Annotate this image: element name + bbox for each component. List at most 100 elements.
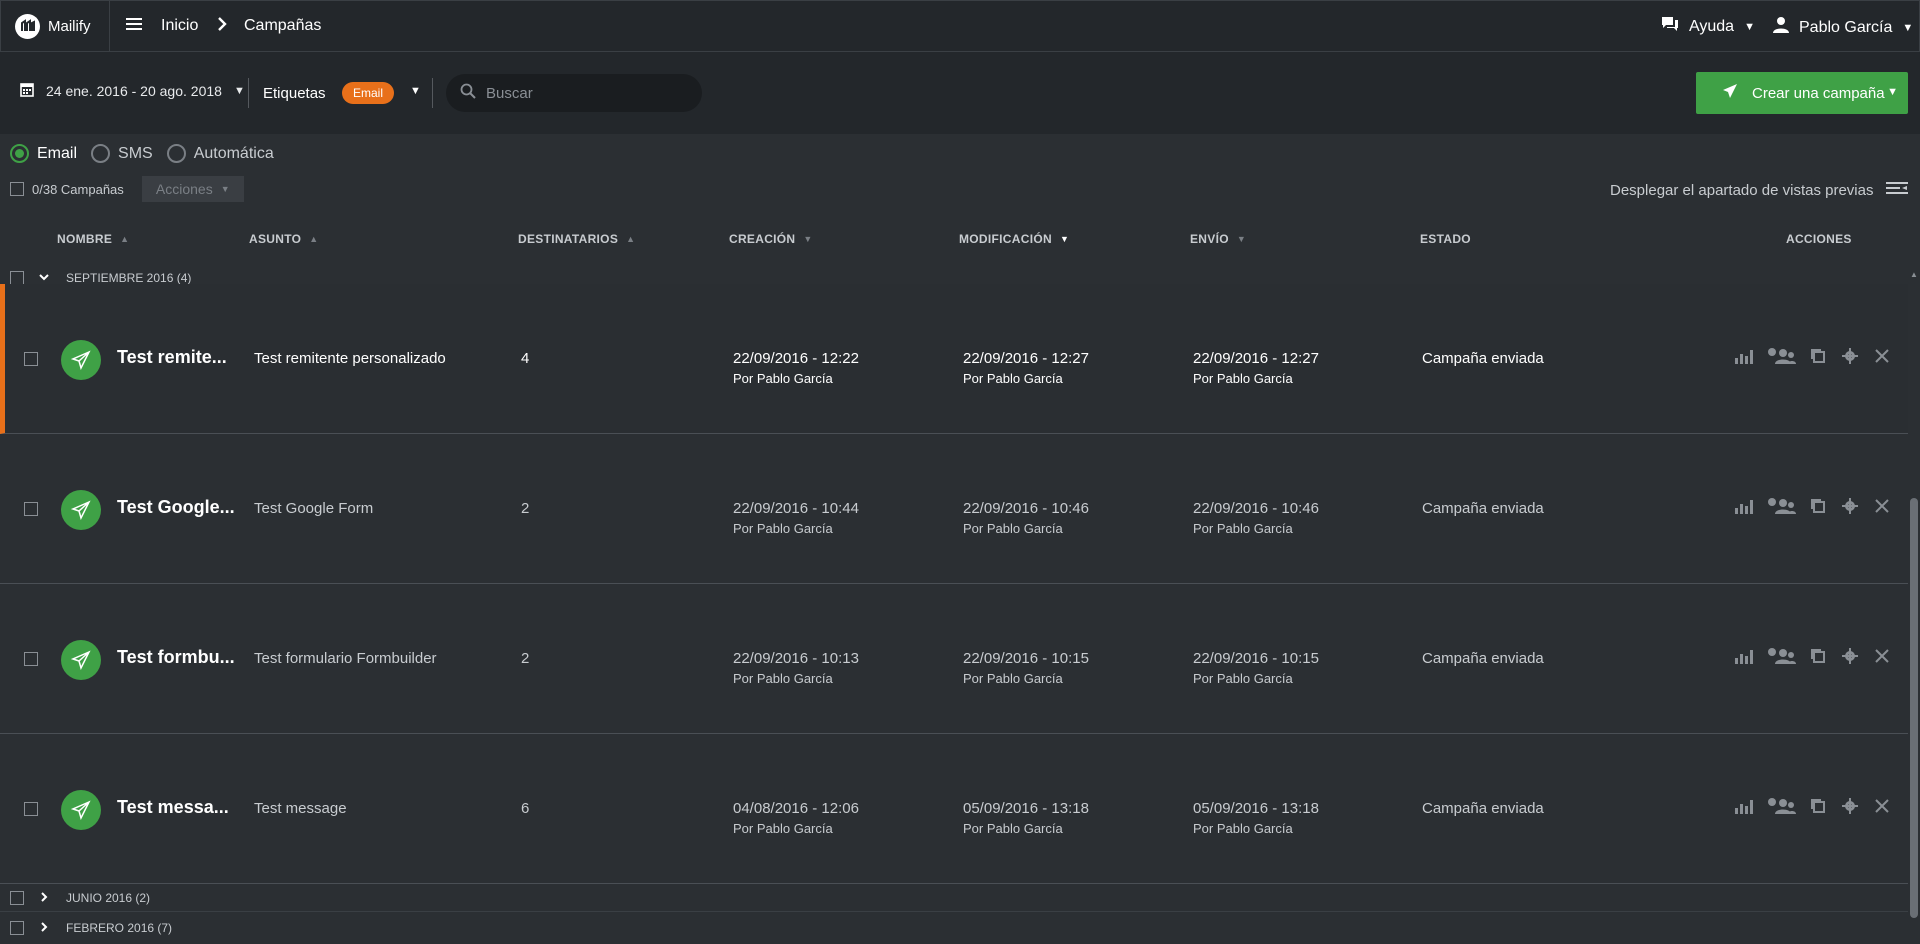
row-checkbox[interactable] <box>24 352 38 366</box>
table-row[interactable]: Test remite... Test remitente personaliz… <box>0 284 1908 434</box>
delete-icon[interactable] <box>1872 796 1892 816</box>
chevron-down-icon: ▼ <box>1744 20 1755 33</box>
preview-panel-toggle[interactable]: Desplegar el apartado de vistas previas <box>1610 180 1909 200</box>
group-header[interactable]: JUNIO 2016 (2) <box>0 884 1908 912</box>
recipients-icon[interactable] <box>1766 796 1796 816</box>
modified-date: 22/09/2016 - 10:46 Por Pablo García <box>963 500 1089 536</box>
created-date: 04/08/2016 - 12:06 Por Pablo García <box>733 800 859 836</box>
campaign-recipients: 2 <box>521 500 530 517</box>
menu-icon[interactable] <box>125 15 145 37</box>
duplicate-icon[interactable] <box>1808 646 1828 666</box>
send-icon <box>61 490 101 530</box>
create-campaign-button[interactable]: Crear una campaña ▼ <box>1696 72 1908 114</box>
campaign-type-radios: Email SMS Automática <box>10 144 274 163</box>
table-row[interactable]: Test formbu... Test formulario Formbuild… <box>0 584 1908 734</box>
recipients-icon[interactable] <box>1766 346 1796 366</box>
chevron-up-icon[interactable]: ▲ <box>1910 270 1918 279</box>
list-scrollbar[interactable]: ▲ <box>1908 264 1920 944</box>
radio-email[interactable]: Email <box>10 144 77 163</box>
chevron-down-icon[interactable]: ▼ <box>1887 86 1898 98</box>
select-all-checkbox[interactable] <box>10 182 24 196</box>
status-badge: Campaña enviada <box>1422 650 1544 667</box>
create-campaign-label: Crear una campaña <box>1752 84 1885 102</box>
row-checkbox[interactable] <box>24 652 38 666</box>
app-logo[interactable]: Mailify <box>15 13 91 39</box>
created-date: 22/09/2016 - 10:44 Por Pablo García <box>733 500 859 536</box>
row-actions <box>1734 496 1892 516</box>
recipients-icon[interactable] <box>1766 646 1796 666</box>
user-menu[interactable]: Pablo García ▼ <box>1773 16 1913 39</box>
settings-icon[interactable] <box>1840 496 1860 516</box>
search-input[interactable] <box>486 84 686 102</box>
search-box[interactable] <box>446 74 702 112</box>
chevron-right-icon[interactable] <box>38 890 52 906</box>
group-checkbox[interactable] <box>10 921 24 935</box>
duplicate-icon[interactable] <box>1808 496 1828 516</box>
row-actions <box>1734 346 1892 366</box>
column-recipients[interactable]: DESTINATARIOS ▲ <box>518 232 635 246</box>
stats-icon[interactable] <box>1734 346 1754 366</box>
delete-icon[interactable] <box>1872 646 1892 666</box>
column-sent[interactable]: ENVÍO ▼ <box>1190 232 1246 246</box>
scroll-thumb[interactable] <box>1910 498 1918 918</box>
stats-icon[interactable] <box>1734 496 1754 516</box>
duplicate-icon[interactable] <box>1808 346 1828 366</box>
user-name: Pablo García <box>1799 18 1893 36</box>
breadcrumb-current: Campañas <box>244 17 322 34</box>
app-name: Mailify <box>48 17 91 35</box>
chevron-down-icon[interactable]: ▼ <box>410 85 421 97</box>
radio-automatic[interactable]: Automática <box>166 144 274 163</box>
delete-icon[interactable] <box>1872 496 1892 516</box>
campaign-name[interactable]: Test Google... <box>117 497 237 518</box>
column-modified[interactable]: MODIFICACIÓN ▼ <box>959 232 1069 246</box>
status-badge: Campaña enviada <box>1422 350 1544 367</box>
sent-date: 22/09/2016 - 10:15 Por Pablo García <box>1193 650 1319 686</box>
column-subject[interactable]: ASUNTO ▲ <box>249 232 318 246</box>
chat-icon <box>1661 16 1679 37</box>
group-checkbox[interactable] <box>10 271 24 285</box>
table-row[interactable]: Test Google... Test Google Form 2 22/09/… <box>0 434 1908 584</box>
campaign-list: SEPTIEMBRE 2016 (4) Test remite... Test … <box>0 264 1920 944</box>
created-date: 22/09/2016 - 12:22 Por Pablo García <box>733 350 859 386</box>
column-actions: ACCIONES <box>1786 232 1852 246</box>
top-bar: Mailify Inicio Campañas Ayuda ▼ Pablo Ga… <box>0 0 1920 53</box>
column-created[interactable]: CREACIÓN ▼ <box>729 232 813 246</box>
chevron-right-icon[interactable] <box>38 920 52 936</box>
tags-label: Etiquetas <box>263 85 326 102</box>
preview-toggle-label: Desplegar el apartado de vistas previas <box>1610 181 1874 199</box>
row-checkbox[interactable] <box>24 502 38 516</box>
delete-icon[interactable] <box>1872 346 1892 366</box>
campaign-name[interactable]: Test messa... <box>117 797 237 818</box>
campaign-recipients: 6 <box>521 800 530 817</box>
stats-icon[interactable] <box>1734 646 1754 666</box>
campaign-recipients: 4 <box>521 350 530 367</box>
tag-pill-email[interactable]: Email <box>342 82 394 104</box>
table-row[interactable]: Test messa... Test message 6 04/08/2016 … <box>0 734 1908 884</box>
breadcrumb-home[interactable]: Inicio <box>161 17 198 35</box>
group-header[interactable]: FEBRERO 2016 (7) <box>0 914 1908 942</box>
row-checkbox[interactable] <box>24 802 38 816</box>
row-actions <box>1734 796 1892 816</box>
chevron-right-icon <box>216 14 228 39</box>
campaign-name[interactable]: Test formbu... <box>117 647 237 668</box>
group-checkbox[interactable] <box>10 890 24 905</box>
table-header: NOMBRE ▲ ASUNTO ▲ DESTINATARIOS ▲ CREACIÓN ▼… <box>0 222 1920 262</box>
settings-icon[interactable] <box>1840 346 1860 366</box>
settings-icon[interactable] <box>1840 796 1860 816</box>
calendar-icon <box>20 82 34 100</box>
stats-icon[interactable] <box>1734 796 1754 816</box>
sent-date: 05/09/2016 - 13:18 Por Pablo García <box>1193 800 1319 836</box>
help-menu[interactable]: Ayuda ▼ <box>1661 16 1755 37</box>
settings-icon[interactable] <box>1840 646 1860 666</box>
column-status: ESTADO <box>1420 232 1471 246</box>
group-label: FEBRERO 2016 (7) <box>66 921 173 935</box>
date-range-picker[interactable]: 24 ene. 2016 - 20 ago. 2018 ▼ <box>20 82 245 100</box>
campaign-name[interactable]: Test remite... <box>117 347 237 368</box>
radio-sms[interactable]: SMS <box>91 144 153 163</box>
bulk-actions-select[interactable]: Acciones ▼ <box>141 176 244 202</box>
column-name[interactable]: NOMBRE ▲ <box>57 232 129 246</box>
campaign-subject: Test Google Form <box>254 500 374 517</box>
duplicate-icon[interactable] <box>1808 796 1828 816</box>
row-actions <box>1734 646 1892 666</box>
recipients-icon[interactable] <box>1766 496 1796 516</box>
